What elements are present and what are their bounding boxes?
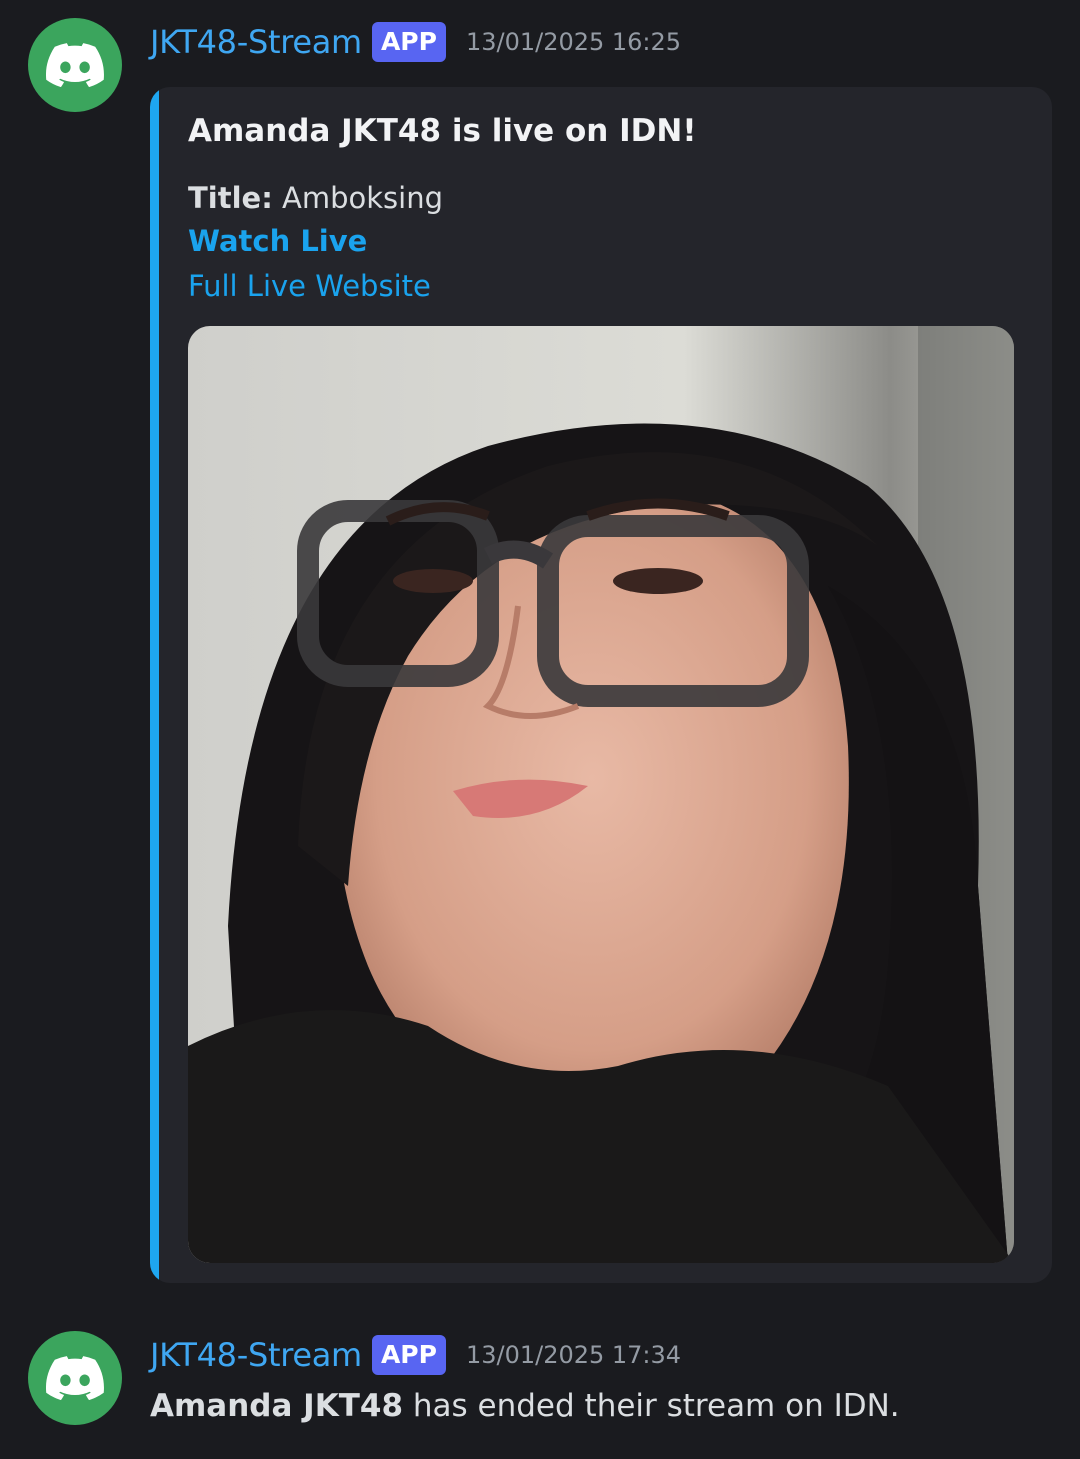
embed-field: Title: Amboksing [188,181,443,215]
username[interactable]: JKT48-Stream [150,23,362,61]
app-badge: APP [371,22,446,62]
discord-logo-icon [46,43,104,87]
field-value: Amboksing [282,181,444,215]
embed-image[interactable] [188,326,1014,1263]
message-header: JKT48-Stream APP 13/01/2025 17:34 [150,1335,681,1375]
field-name: Title: [188,181,273,215]
avatar[interactable] [28,18,122,112]
embed-title: Amanda JKT48 is live on IDN! [188,113,697,149]
message-text: Amanda JKT48 has ended their stream on I… [150,1388,900,1424]
watch-live-link[interactable]: Watch Live [188,224,367,258]
app-badge: APP [371,1335,446,1375]
live-embed: Amanda JKT48 is live on IDN! Title: Ambo… [150,87,1052,1283]
message-2: JKT48-Stream APP 13/01/2025 17:34 Amanda… [0,1320,1080,1459]
selfie-photo [188,326,1014,1263]
discord-logo-icon [46,1356,104,1400]
timestamp: 13/01/2025 16:25 [465,28,682,56]
message-text-bold: Amanda JKT48 [150,1388,404,1424]
avatar[interactable] [28,1331,122,1425]
message-1: JKT48-Stream APP 13/01/2025 16:25 Amanda… [0,0,1080,1300]
message-text-rest: has ended their stream on IDN. [403,1388,900,1424]
message-header: JKT48-Stream APP 13/01/2025 16:25 [150,22,681,62]
embed-accent-bar [150,87,159,1283]
timestamp: 13/01/2025 17:34 [465,1341,682,1369]
username[interactable]: JKT48-Stream [150,1336,362,1374]
full-live-website-link[interactable]: Full Live Website [188,269,431,303]
